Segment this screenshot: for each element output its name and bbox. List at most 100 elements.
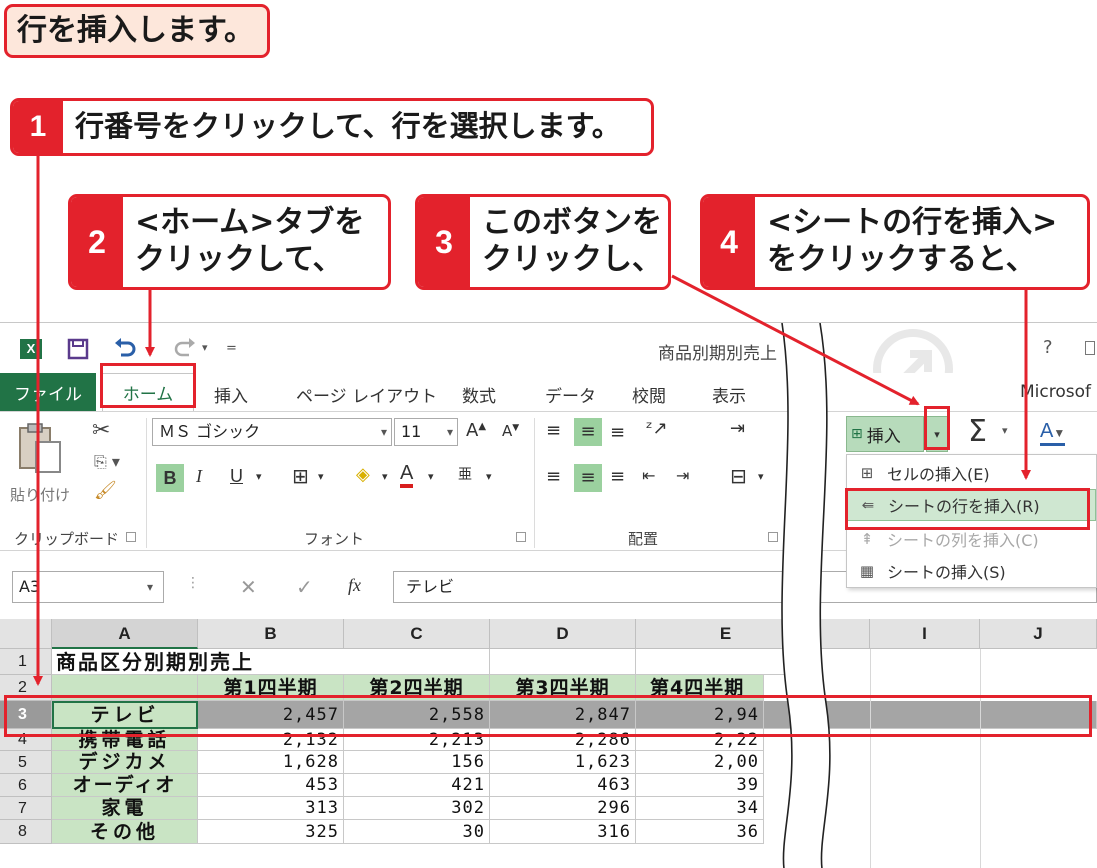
cell-d1[interactable]	[490, 649, 636, 675]
row-header-6[interactable]: 6	[0, 774, 52, 797]
cell-b6[interactable]: 453	[198, 774, 344, 797]
cell-c1[interactable]	[344, 649, 490, 675]
cell-c6[interactable]: 421	[344, 774, 490, 797]
group-divider	[534, 418, 535, 548]
cell-b5[interactable]: 1,628	[198, 751, 344, 774]
sort-filter-icon[interactable]: A▼	[1040, 420, 1066, 446]
column-header-d[interactable]: D	[490, 619, 636, 649]
column-header-j[interactable]: J	[980, 619, 1097, 649]
row-header-5[interactable]: 5	[0, 751, 52, 774]
insert-button[interactable]: ⊞ 挿入	[846, 416, 924, 452]
italic-button[interactable]: I	[196, 466, 202, 487]
chevron-down-icon[interactable]: ▾	[147, 572, 153, 602]
cell-d6[interactable]: 463	[490, 774, 636, 797]
align-bottom-icon[interactable]: ≡	[610, 422, 625, 443]
align-right-icon[interactable]: ≡	[610, 466, 625, 487]
cell-e5[interactable]: 2,00	[636, 751, 764, 774]
decrease-font-size-icon[interactable]: A▼	[502, 422, 519, 440]
help-button[interactable]: ?	[1043, 337, 1053, 358]
phonetic-guide-icon[interactable]: 亜	[458, 464, 472, 484]
row-header-8[interactable]: 8	[0, 820, 52, 844]
align-middle-icon[interactable]: ≡	[574, 418, 602, 446]
column-header-a[interactable]: A	[52, 619, 198, 649]
cell-c5[interactable]: 156	[344, 751, 490, 774]
step-1-callout: 1 行番号をクリックして、行を選択します。	[10, 98, 654, 156]
font-name-combo[interactable]: ＭＳ ゴシック ▾	[152, 418, 392, 446]
chevron-down-icon[interactable]: ▾	[256, 470, 262, 483]
tab-formulas[interactable]: 数式	[462, 382, 496, 407]
increase-font-size-icon[interactable]: A▲	[466, 420, 486, 441]
cell-e8[interactable]: 36	[636, 820, 764, 844]
cell-c7[interactable]: 302	[344, 797, 490, 820]
decrease-indent-icon[interactable]: ⇤	[642, 466, 655, 485]
tab-insert[interactable]: 挿入	[214, 382, 248, 407]
cell-a5[interactable]: デジカメ	[52, 751, 198, 774]
clipboard-dialog-launcher-icon[interactable]	[126, 532, 136, 542]
chevron-down-icon[interactable]: ▾	[428, 470, 434, 483]
column-header-c[interactable]: C	[344, 619, 490, 649]
cell-e7[interactable]: 34	[636, 797, 764, 820]
autosum-icon[interactable]: Σ	[968, 414, 987, 449]
cell-a6[interactable]: オーディオ	[52, 774, 198, 797]
font-color-icon[interactable]: A	[400, 462, 414, 488]
bold-button[interactable]: B	[156, 464, 184, 492]
cell-e6[interactable]: 39	[636, 774, 764, 797]
cell-a7[interactable]: 家電	[52, 797, 198, 820]
borders-icon[interactable]: ⊞	[292, 464, 309, 488]
account-label[interactable]: Microsof	[1020, 382, 1091, 402]
wrap-text-icon[interactable]: ⇥	[730, 418, 745, 439]
chevron-down-icon[interactable]: ▾	[486, 470, 492, 483]
cell-d7[interactable]: 296	[490, 797, 636, 820]
tab-view[interactable]: 表示	[712, 382, 746, 407]
cell-d8[interactable]: 316	[490, 820, 636, 844]
chevron-down-icon[interactable]: ▾	[447, 419, 453, 445]
redo-icon[interactable]	[172, 337, 198, 361]
underline-button[interactable]: U	[230, 466, 243, 487]
paste-label[interactable]: 貼り付け	[10, 484, 70, 505]
menu-item-insert-cells[interactable]: ⊞ セルの挿入(E)	[847, 457, 1096, 489]
cell-d5[interactable]: 1,623	[490, 751, 636, 774]
select-all-corner[interactable]	[0, 619, 52, 649]
customize-qat-icon[interactable]: =	[226, 341, 237, 356]
row-header-7[interactable]: 7	[0, 797, 52, 820]
chevron-down-icon[interactable]: ▾	[381, 419, 387, 445]
copy-icon[interactable]: ⎘ ▾	[94, 452, 120, 472]
align-center-icon[interactable]: ≡	[574, 464, 602, 492]
cancel-icon[interactable]: ✕	[240, 575, 257, 599]
tab-file[interactable]: ファイル	[0, 373, 96, 411]
format-painter-icon[interactable]: 🖌	[94, 480, 117, 501]
save-icon[interactable]	[66, 337, 90, 361]
increase-indent-icon[interactable]: ⇥	[676, 466, 689, 485]
tab-data[interactable]: データ	[545, 382, 596, 407]
font-size-combo[interactable]: 11 ▾	[394, 418, 458, 446]
row-header-1[interactable]: 1	[0, 649, 52, 675]
chevron-down-icon[interactable]: ▾	[318, 470, 324, 483]
cell-b8[interactable]: 325	[198, 820, 344, 844]
column-header-b[interactable]: B	[198, 619, 344, 649]
cut-icon[interactable]: ✂	[92, 418, 110, 443]
redo-dropdown-icon[interactable]: ▾	[202, 341, 208, 354]
enter-icon[interactable]: ✓	[296, 575, 313, 599]
chevron-down-icon[interactable]: ▾	[382, 470, 388, 483]
align-left-icon[interactable]: ≡	[546, 466, 561, 487]
tab-review[interactable]: 校閲	[632, 382, 666, 407]
name-box[interactable]: A3 ▾	[12, 571, 164, 603]
menu-item-insert-sheet[interactable]: ▦ シートの挿入(S)	[847, 555, 1096, 587]
cell-c8[interactable]: 30	[344, 820, 490, 844]
tab-page-layout[interactable]: ページ レイアウト	[296, 382, 437, 407]
undo-icon[interactable]	[112, 337, 138, 361]
align-top-icon[interactable]: ≡	[546, 420, 561, 441]
merge-center-icon[interactable]: ⊟	[730, 464, 747, 488]
cell-a8[interactable]: その他	[52, 820, 198, 844]
column-header-i[interactable]: I	[870, 619, 980, 649]
orientation-icon[interactable]: ᶻ↗	[646, 418, 668, 439]
fill-color-icon[interactable]: ◈	[356, 464, 370, 485]
font-dialog-launcher-icon[interactable]	[516, 532, 526, 542]
chevron-down-icon[interactable]: ▾	[1002, 424, 1008, 437]
step-text-line1: このボタンを	[482, 205, 662, 241]
insert-function-icon[interactable]: fx	[348, 575, 361, 596]
ribbon-display-options-icon[interactable]	[1085, 341, 1095, 355]
cell-a1[interactable]: 商品区分別期別売上	[52, 649, 352, 675]
cell-b7[interactable]: 313	[198, 797, 344, 820]
paste-icon[interactable]	[14, 420, 68, 476]
